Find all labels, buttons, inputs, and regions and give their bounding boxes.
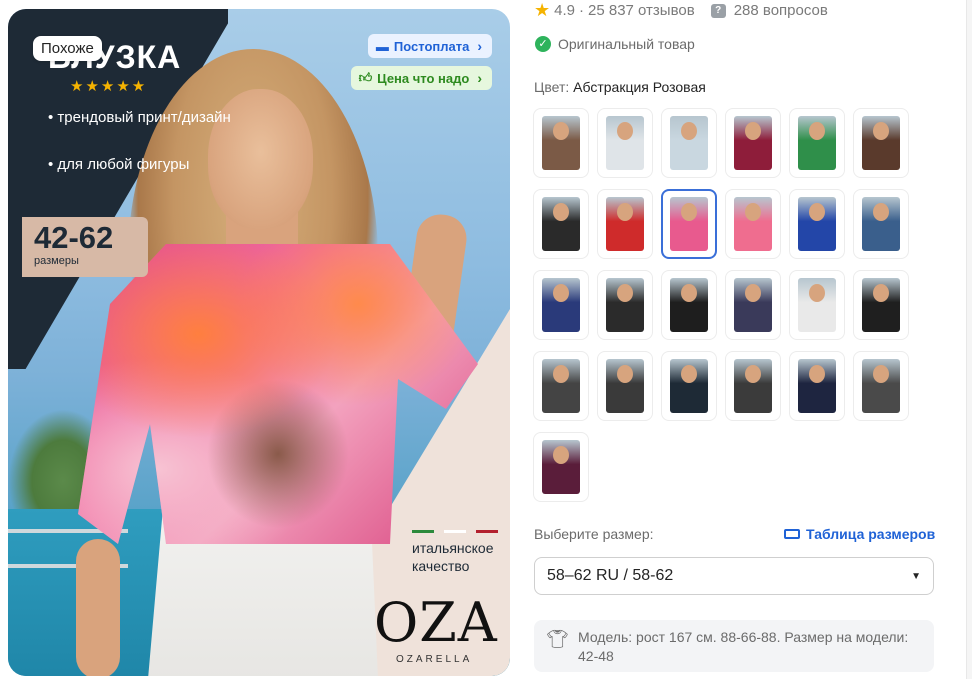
size-chart-link[interactable]: Таблица размеров	[784, 526, 935, 542]
side-panel-edge	[966, 0, 972, 679]
color-value: Абстракция Розовая	[573, 79, 706, 95]
color-swatch[interactable]	[725, 189, 781, 259]
color-swatch[interactable]	[789, 270, 845, 340]
size-select-label: Выберите размер:	[534, 526, 654, 542]
chevron-right-icon: ›	[477, 38, 482, 54]
swatch-thumbnail	[798, 116, 836, 170]
star-icon: ★	[534, 0, 551, 20]
swatch-thumbnail	[670, 116, 708, 170]
size-select-value: 58–62 RU / 58-62	[547, 567, 674, 584]
color-swatch[interactable]	[789, 108, 845, 178]
promo-feature: • трендовый принт/дизайн	[48, 109, 231, 126]
postpay-label: Постоплата	[393, 38, 470, 54]
swatch-thumbnail	[670, 278, 708, 332]
color-label: Цвет: Абстракция Розовая	[534, 79, 706, 95]
good-price-label: Цена что надо	[377, 70, 470, 86]
swatch-thumbnail	[734, 116, 772, 170]
swatch-thumbnail	[542, 197, 580, 251]
color-swatch[interactable]	[533, 432, 589, 502]
product-image[interactable]: БЛУЗКА ★★★★★ • трендовый принт/дизайн • …	[8, 9, 510, 676]
color-swatch[interactable]	[789, 351, 845, 421]
size-select[interactable]: 58–62 RU / 58-62 ▼	[534, 557, 934, 595]
similar-chip[interactable]: Похоже	[33, 36, 102, 61]
swatch-thumbnail	[542, 116, 580, 170]
color-swatch[interactable]	[533, 108, 589, 178]
swatch-thumbnail	[862, 197, 900, 251]
shirt-icon: 👕︎	[546, 629, 569, 649]
swatch-thumbnail	[734, 278, 772, 332]
color-swatch[interactable]	[661, 189, 717, 259]
original-product-badge: ✓ Оригинальный товар	[535, 36, 695, 52]
color-swatch[interactable]	[533, 189, 589, 259]
swatch-thumbnail	[798, 197, 836, 251]
size-range-caption: размеры	[34, 255, 79, 267]
check-circle-icon: ✓	[535, 36, 551, 52]
color-swatch[interactable]	[853, 270, 909, 340]
swatch-thumbnail	[798, 278, 836, 332]
reviews-count[interactable]: 25 837 отзывов	[588, 2, 695, 19]
color-swatch[interactable]	[597, 351, 653, 421]
color-swatch[interactable]	[789, 189, 845, 259]
good-price-badge[interactable]: 👍︎ Цена что надо ›	[350, 66, 492, 90]
questions-count[interactable]: 288 вопросов	[734, 2, 828, 19]
model-arm	[76, 539, 120, 676]
original-label: Оригинальный товар	[558, 36, 695, 52]
swatch-thumbnail	[734, 197, 772, 251]
color-swatch[interactable]	[597, 108, 653, 178]
size-chart-label: Таблица размеров	[806, 526, 936, 542]
wallet-icon: ▬	[375, 38, 389, 54]
swatch-thumbnail	[606, 197, 644, 251]
color-swatch[interactable]	[533, 270, 589, 340]
question-icon: ?	[710, 3, 726, 18]
model-info-text: Модель: рост 167 см. 88-66-88. Размер на…	[578, 629, 909, 664]
italy-flag-green	[412, 530, 434, 533]
color-swatch[interactable]	[725, 270, 781, 340]
ruler-icon	[784, 529, 800, 539]
color-swatch[interactable]	[661, 270, 717, 340]
swatch-thumbnail	[670, 197, 708, 251]
model-info: 👕︎ Модель: рост 167 см. 88-66-88. Размер…	[534, 620, 934, 672]
postpay-badge[interactable]: ▬ Постоплата ›	[367, 34, 492, 58]
size-range-value: 42-62	[34, 220, 114, 255]
swatch-thumbnail	[798, 359, 836, 413]
rating-summary: ★ 4.9 · 25 837 отзывов ? 288 вопросов	[534, 0, 828, 20]
swatch-thumbnail	[542, 278, 580, 332]
color-swatch[interactable]	[533, 351, 589, 421]
swatch-thumbnail	[606, 116, 644, 170]
swatch-thumbnail	[734, 359, 772, 413]
italy-flag-red	[476, 530, 498, 533]
swatch-thumbnail	[606, 278, 644, 332]
color-swatch[interactable]	[725, 351, 781, 421]
swatch-thumbnail	[542, 359, 580, 413]
swatch-thumbnail	[862, 359, 900, 413]
color-label-text: Цвет:	[534, 79, 570, 95]
color-swatch[interactable]	[853, 351, 909, 421]
color-swatch[interactable]	[661, 108, 717, 178]
swatch-thumbnail	[542, 440, 580, 494]
chevron-right-icon: ›	[477, 70, 482, 86]
color-swatch[interactable]	[661, 351, 717, 421]
color-swatch[interactable]	[597, 189, 653, 259]
swatch-thumbnail	[862, 116, 900, 170]
color-swatch[interactable]	[853, 189, 909, 259]
swatch-thumbnail	[606, 359, 644, 413]
promo-stars: ★★★★★	[70, 78, 148, 95]
swatch-thumbnail	[670, 359, 708, 413]
promo-size-range: 42-62 размеры	[22, 217, 148, 277]
rating-value[interactable]: 4.9	[554, 2, 575, 19]
swatch-thumbnail	[862, 278, 900, 332]
color-swatch[interactable]	[725, 108, 781, 178]
caret-down-icon: ▼	[911, 570, 921, 582]
color-swatch[interactable]	[853, 108, 909, 178]
brand-subtitle: OZARELLA	[396, 654, 473, 665]
brand-logo: OZA	[374, 591, 498, 654]
color-swatch[interactable]	[597, 270, 653, 340]
thumbs-up-icon: 👍︎	[358, 70, 373, 85]
italy-flag-white	[444, 530, 466, 533]
promo-feature: • для любой фигуры	[48, 156, 190, 173]
quality-caption: итальянское качество	[412, 540, 494, 574]
